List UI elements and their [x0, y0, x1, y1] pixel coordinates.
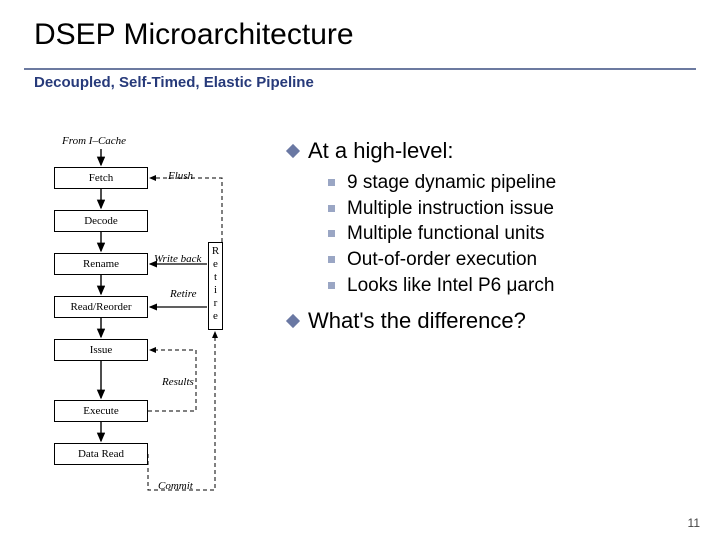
bullet-item: Multiple functional units [328, 221, 692, 247]
heading-difference: What's the difference? [288, 308, 692, 334]
notes-column: At a high-level: 9 stage dynamic pipelin… [288, 138, 692, 340]
heading-difference-text: What's the difference? [308, 308, 526, 334]
diamond-bullet-icon [286, 314, 300, 328]
bullet-item: Multiple instruction issue [328, 196, 692, 222]
page-number: 11 [688, 516, 700, 530]
heading-high-level-text: At a high-level: [308, 138, 454, 164]
bullet-item: Looks like Intel P6 μarch [328, 273, 692, 299]
slide-subtitle: Decoupled, Self-Timed, Elastic Pipeline [34, 74, 720, 91]
divider [24, 68, 696, 70]
slide-title: DSEP Microarchitecture [0, 0, 720, 52]
arrows-svg [36, 140, 280, 520]
heading-high-level: At a high-level: [288, 138, 692, 164]
pipeline-diagram: From I–Cache Fetch Decode Rename Read/Re… [36, 140, 280, 520]
bullet-item: Out-of-order execution [328, 247, 692, 273]
bullet-list: 9 stage dynamic pipeline Multiple instru… [328, 170, 692, 298]
diamond-bullet-icon [286, 144, 300, 158]
bullet-item: 9 stage dynamic pipeline [328, 170, 692, 196]
